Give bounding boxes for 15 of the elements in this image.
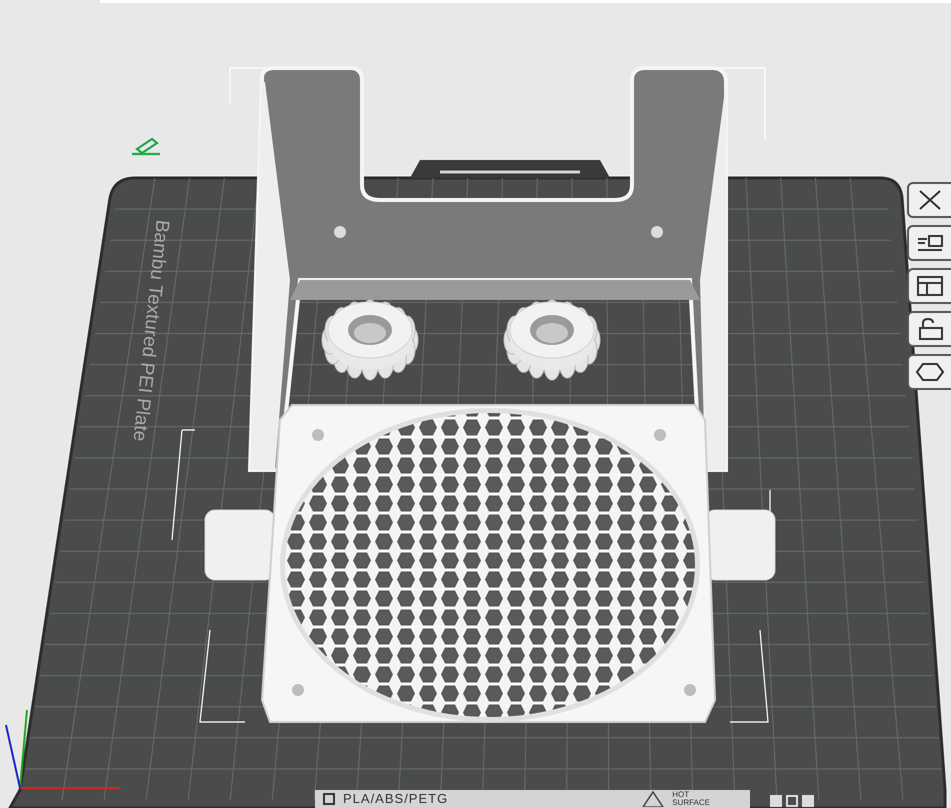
orient-button[interactable] xyxy=(907,354,951,390)
warning-label: HOT SURFACE xyxy=(672,791,710,807)
material-label: PLA/ABS/PETG xyxy=(343,792,448,806)
material-icon xyxy=(323,793,335,805)
footer-icon xyxy=(770,795,814,807)
edit-icon xyxy=(132,138,160,156)
warning-icon xyxy=(642,791,664,807)
plate-label: Bambu Textured PEI Plate xyxy=(128,218,174,440)
layout-icon xyxy=(915,274,945,298)
arrange-button[interactable] xyxy=(907,225,951,261)
hexagon-icon xyxy=(915,360,945,384)
layout-button[interactable] xyxy=(907,268,951,304)
axis-gizmo-icon xyxy=(5,710,120,789)
lock-button[interactable] xyxy=(907,311,951,347)
close-button[interactable] xyxy=(907,182,951,218)
